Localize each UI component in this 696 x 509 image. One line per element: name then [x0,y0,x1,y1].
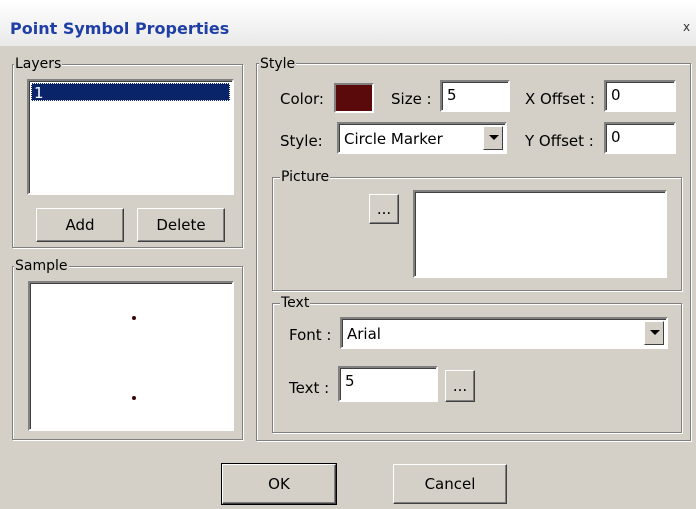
dialog-body: Layers 1 Add Delete Sample Style Color: … [0,46,696,509]
style-dropdown-value: Circle Marker [344,130,443,148]
x-offset-label: X Offset : [525,90,595,108]
style-dropdown[interactable]: Circle Marker [337,122,507,154]
font-dropdown-value: Arial [347,325,381,343]
color-swatch-button[interactable] [334,83,374,113]
sample-dot-bottom [132,396,136,400]
picture-preview [413,190,667,278]
cancel-button[interactable]: Cancel [393,464,507,504]
x-offset-input[interactable]: 0 [604,80,676,112]
picture-browse-button[interactable]: ... [369,194,399,224]
style-legend: Style [259,56,297,72]
size-input[interactable]: 5 [440,80,510,112]
window-title: Point Symbol Properties [10,19,230,38]
text-legend: Text [280,295,311,311]
ok-button[interactable]: OK [221,463,337,505]
text-input-value: 5 [345,372,355,390]
chevron-down-icon[interactable] [483,126,503,150]
y-offset-input[interactable]: 0 [604,122,676,154]
text-browse-button[interactable]: ... [445,370,475,402]
font-label: Font : [289,326,332,344]
color-label: Color: [280,90,324,108]
delete-layer-button[interactable]: Delete [137,208,225,242]
add-layer-button[interactable]: Add [36,208,124,242]
list-item[interactable]: 1 [31,83,230,102]
style-label: Style: [280,132,323,150]
sample-dot-top [132,316,136,320]
title-bar: Point Symbol Properties x [0,0,696,46]
sample-preview [28,281,234,431]
y-offset-label: Y Offset : [525,132,594,150]
text-input[interactable]: 5 [338,366,438,402]
close-icon[interactable]: x [683,20,690,34]
picture-legend: Picture [280,169,331,185]
sample-legend: Sample [14,258,69,274]
size-label: Size : [391,90,432,108]
layers-legend: Layers [14,56,63,72]
chevron-down-icon[interactable] [644,321,664,345]
font-dropdown[interactable]: Arial [340,317,668,349]
y-offset-value: 0 [611,128,621,146]
size-value: 5 [447,86,457,104]
layers-list[interactable]: 1 [27,79,234,195]
layer-item-label: 1 [34,84,44,102]
x-offset-value: 0 [611,86,621,104]
text-label: Text : [289,379,330,397]
